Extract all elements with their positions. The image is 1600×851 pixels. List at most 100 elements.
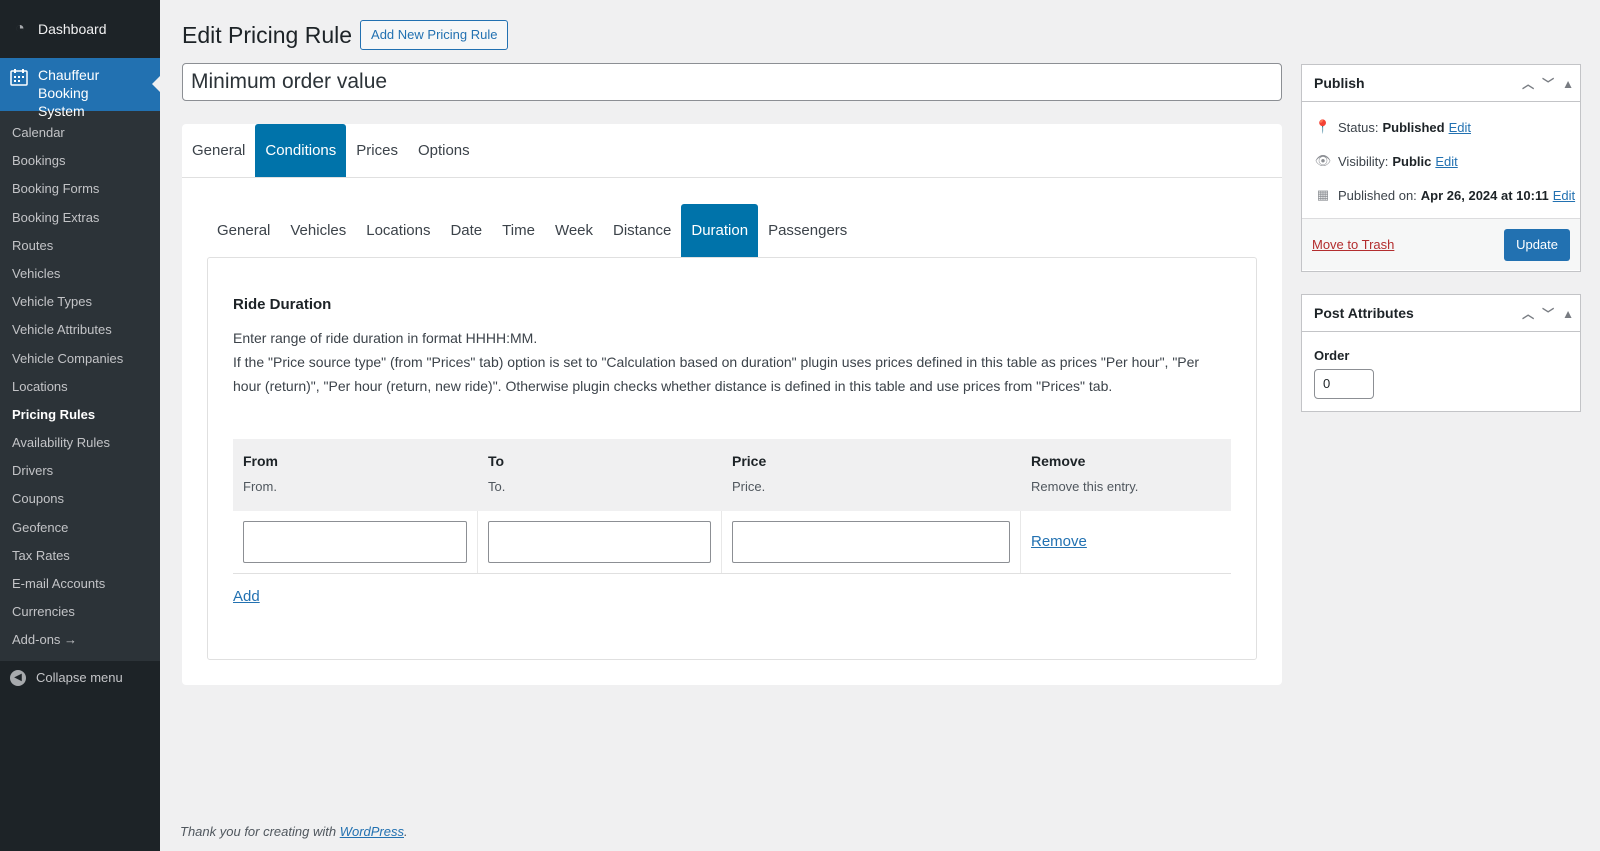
sidebar-item-availability-rules[interactable]: Availability Rules xyxy=(0,429,160,457)
sidebar-item-label: Chauffeur Booking System xyxy=(38,67,100,119)
section-title: Ride Duration xyxy=(233,296,332,313)
status-row: 📍 Status: Published Edit xyxy=(1302,110,1580,144)
order-input[interactable]: 0 xyxy=(1314,369,1374,399)
column-description: Price. xyxy=(732,479,766,494)
sidebar-item-tax-rates[interactable]: Tax Rates xyxy=(0,542,160,570)
status-value: Published xyxy=(1382,119,1445,135)
column-title: To xyxy=(488,453,505,469)
price-input[interactable] xyxy=(732,521,1010,563)
admin-footer: Thank you for creating with WordPress. xyxy=(180,824,408,839)
collapse-icon: ◀ xyxy=(10,669,26,686)
cell-price xyxy=(722,511,1021,573)
edit-status-link[interactable]: Edit xyxy=(1449,120,1471,135)
sidebar-item-vehicle-types[interactable]: Vehicle Types xyxy=(0,288,160,316)
sidebar-item-label: Dashboard xyxy=(38,21,107,37)
edit-date-link[interactable]: Edit xyxy=(1553,188,1575,203)
sidebar-item-email-accounts[interactable]: E-mail Accounts xyxy=(0,570,160,598)
box-controls: ︿ ﹀ ▲ xyxy=(1522,295,1574,332)
cell-remove: Remove xyxy=(1021,511,1231,573)
to-input[interactable] xyxy=(488,521,711,563)
sidebar-item-vehicle-companies[interactable]: Vehicle Companies xyxy=(0,345,160,373)
sidebar-item-bookings[interactable]: Bookings xyxy=(0,147,160,175)
subtab-locations[interactable]: Locations xyxy=(356,204,440,258)
move-up-icon[interactable]: ︿ xyxy=(1522,305,1534,322)
publish-box: Publish ︿ ﹀ ▲ 📍 Status: Published Edit 👁… xyxy=(1301,64,1581,272)
column-title: Remove xyxy=(1031,453,1086,469)
column-header-price: Price Price. xyxy=(722,439,1021,511)
remove-entry-link[interactable]: Remove xyxy=(1031,533,1087,550)
section-description: Enter range of ride duration in format H… xyxy=(233,326,1223,398)
add-entry-link[interactable]: Add xyxy=(233,588,260,605)
collapse-menu-button[interactable]: ◀ Collapse menu xyxy=(0,661,160,695)
calendar-icon: ▦ xyxy=(1316,187,1330,202)
toggle-panel-icon[interactable]: ▲ xyxy=(1562,307,1574,321)
subtab-general[interactable]: General xyxy=(207,204,280,258)
footer-text: Thank you for creating with xyxy=(180,824,340,839)
move-down-icon[interactable]: ﹀ xyxy=(1542,305,1554,322)
sidebar-item-calendar[interactable]: Calendar xyxy=(0,119,160,147)
column-description: From. xyxy=(243,479,277,494)
subtab-duration[interactable]: Duration xyxy=(681,204,759,258)
eye-icon: 👁 xyxy=(1314,153,1332,168)
sidebar-item-chauffeur-booking[interactable]: Chauffeur Booking System xyxy=(0,58,160,119)
column-header-to: To To. xyxy=(478,439,722,511)
footer-end: . xyxy=(404,824,408,839)
pin-icon: 📍 xyxy=(1314,119,1332,134)
tab-conditions[interactable]: Conditions xyxy=(255,124,347,177)
sidebar-item-vehicles[interactable]: Vehicles xyxy=(0,260,160,288)
post-title-input[interactable]: Minimum order value xyxy=(182,63,1282,101)
cell-to xyxy=(478,511,722,573)
description-line: Enter range of ride duration in format H… xyxy=(233,330,538,346)
column-title: From xyxy=(243,453,278,469)
post-attributes-title: Post Attributes xyxy=(1314,305,1414,321)
sidebar-item-currencies[interactable]: Currencies xyxy=(0,598,160,626)
move-to-trash-link[interactable]: Move to Trash xyxy=(1312,237,1394,252)
sidebar-item-geofence[interactable]: Geofence xyxy=(0,514,160,542)
sidebar-submenu: Calendar Bookings Booking Forms Booking … xyxy=(0,111,160,661)
subtab-date[interactable]: Date xyxy=(440,204,492,258)
edit-visibility-link[interactable]: Edit xyxy=(1435,154,1457,169)
sidebar-item-vehicle-attributes[interactable]: Vehicle Attributes xyxy=(0,316,160,344)
toggle-panel-icon[interactable]: ▲ xyxy=(1562,77,1574,91)
column-description: Remove this entry. xyxy=(1031,479,1139,494)
page-title: Edit Pricing Rule xyxy=(182,21,353,48)
tab-prices[interactable]: Prices xyxy=(346,124,408,177)
dashboard-icon: ◔ xyxy=(15,20,25,37)
move-up-icon[interactable]: ︿ xyxy=(1522,75,1534,92)
wordpress-link[interactable]: WordPress xyxy=(340,824,404,839)
sidebar-item-drivers[interactable]: Drivers xyxy=(0,457,160,485)
subtab-time[interactable]: Time xyxy=(492,204,545,258)
calendar-icon xyxy=(10,68,30,90)
from-input[interactable] xyxy=(243,521,467,563)
add-new-pricing-rule-button[interactable]: Add New Pricing Rule xyxy=(360,20,509,50)
box-controls: ︿ ﹀ ▲ xyxy=(1522,65,1574,102)
sidebar-item-pricing-rules[interactable]: Pricing Rules xyxy=(0,401,160,429)
collapse-menu-label: Collapse menu xyxy=(36,670,123,686)
page-header: Edit Pricing Rule Add New Pricing Rule xyxy=(182,20,509,50)
duration-section: Ride Duration Enter range of ride durati… xyxy=(207,257,1257,660)
sidebar-item-coupons[interactable]: Coupons xyxy=(0,485,160,513)
sidebar-item-dashboard[interactable]: ◔ Dashboard xyxy=(0,0,160,58)
subtab-distance[interactable]: Distance xyxy=(603,204,681,258)
order-label: Order xyxy=(1314,348,1350,363)
sidebar-item-routes[interactable]: Routes xyxy=(0,232,160,260)
post-attributes-header: Post Attributes ︿ ﹀ ▲ xyxy=(1302,295,1580,332)
table-header: From From. To To. Price Price. Remove Re… xyxy=(233,439,1231,511)
published-value: Apr 26, 2024 at 10:11 xyxy=(1420,187,1549,203)
tab-options[interactable]: Options xyxy=(408,124,480,177)
move-down-icon[interactable]: ﹀ xyxy=(1542,75,1554,92)
main-tabs: General Conditions Prices Options xyxy=(182,124,1282,178)
main-content: Edit Pricing Rule Add New Pricing Rule M… xyxy=(160,0,1600,851)
subtab-passengers[interactable]: Passengers xyxy=(758,204,857,258)
sidebar-item-booking-extras[interactable]: Booking Extras xyxy=(0,204,160,232)
tab-general[interactable]: General xyxy=(182,124,255,177)
sidebar-item-booking-forms[interactable]: Booking Forms xyxy=(0,175,160,203)
published-label: Published on: xyxy=(1338,187,1417,203)
update-button[interactable]: Update xyxy=(1504,228,1570,261)
sidebar-item-add-ons[interactable]: Add-ons → xyxy=(0,626,160,654)
subtab-week[interactable]: Week xyxy=(545,204,603,258)
cell-from xyxy=(233,511,478,573)
publish-box-title: Publish xyxy=(1314,75,1365,91)
subtab-vehicles[interactable]: Vehicles xyxy=(280,204,356,258)
sidebar-item-locations[interactable]: Locations xyxy=(0,373,160,401)
